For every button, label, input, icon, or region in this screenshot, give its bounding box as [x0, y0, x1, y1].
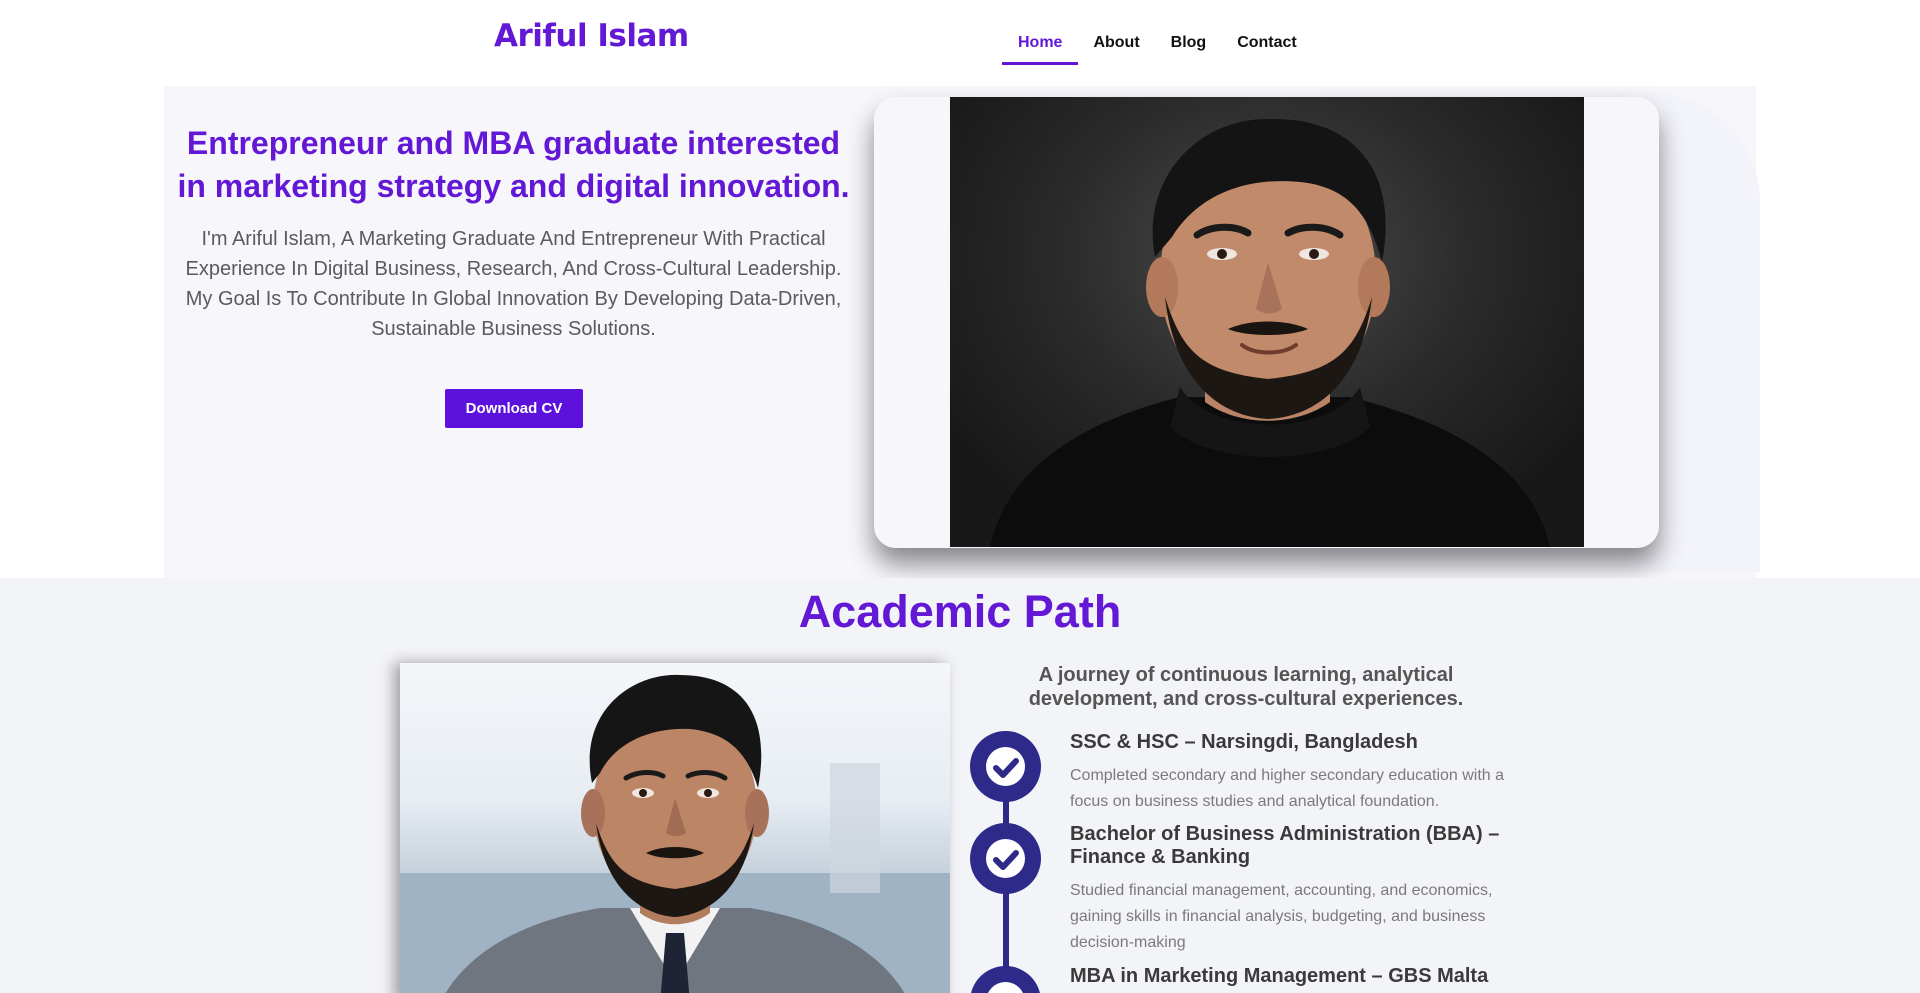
portrait-illustration — [990, 118, 1550, 547]
hero-title: Entrepreneur and MBA graduate interested… — [177, 125, 850, 204]
formal-portrait-illustration — [400, 674, 950, 993]
portrait-photo — [950, 97, 1584, 547]
academic-section-background — [0, 578, 1920, 993]
check-circle-icon — [970, 823, 1041, 894]
timeline-item-title: SSC & HSC – Narsingdi, Bangladesh — [1070, 731, 1418, 753]
timeline-item-description: Studied financial management, accounting… — [1070, 882, 1493, 951]
nav-link-contact[interactable]: Contact — [1221, 24, 1313, 65]
academic-path-title: Academic Path — [798, 586, 1122, 637]
hero-photo-card — [874, 97, 1659, 548]
site-header: Ariful Islam Home About Blog Contact — [0, 0, 1920, 86]
download-cv-button[interactable]: Download CV — [445, 389, 583, 428]
brand-logo[interactable]: Ariful Islam — [494, 18, 689, 54]
academic-intro: A journey of continuous learning, analyt… — [1028, 664, 1464, 710]
hero-description: I'm Ariful Islam, A Marketing Graduate A… — [185, 228, 842, 340]
nav-link-home[interactable]: Home — [1002, 24, 1079, 65]
timeline-item-title: MBA in Marketing Management – GBS Malta — [1070, 965, 1489, 987]
academic-photo — [400, 663, 950, 993]
main-nav: Home About Blog Contact — [1002, 24, 1312, 65]
timeline-item-description: Completed secondary and higher secondary… — [1070, 767, 1505, 810]
nav-link-about[interactable]: About — [1077, 24, 1155, 65]
check-circle-icon — [970, 731, 1041, 802]
hero-intro: Entrepreneur and MBA graduate interested… — [172, 122, 855, 344]
timeline-item-title: Bachelor of Business Administration (BBA… — [1070, 823, 1500, 868]
nav-link-blog[interactable]: Blog — [1155, 24, 1223, 65]
